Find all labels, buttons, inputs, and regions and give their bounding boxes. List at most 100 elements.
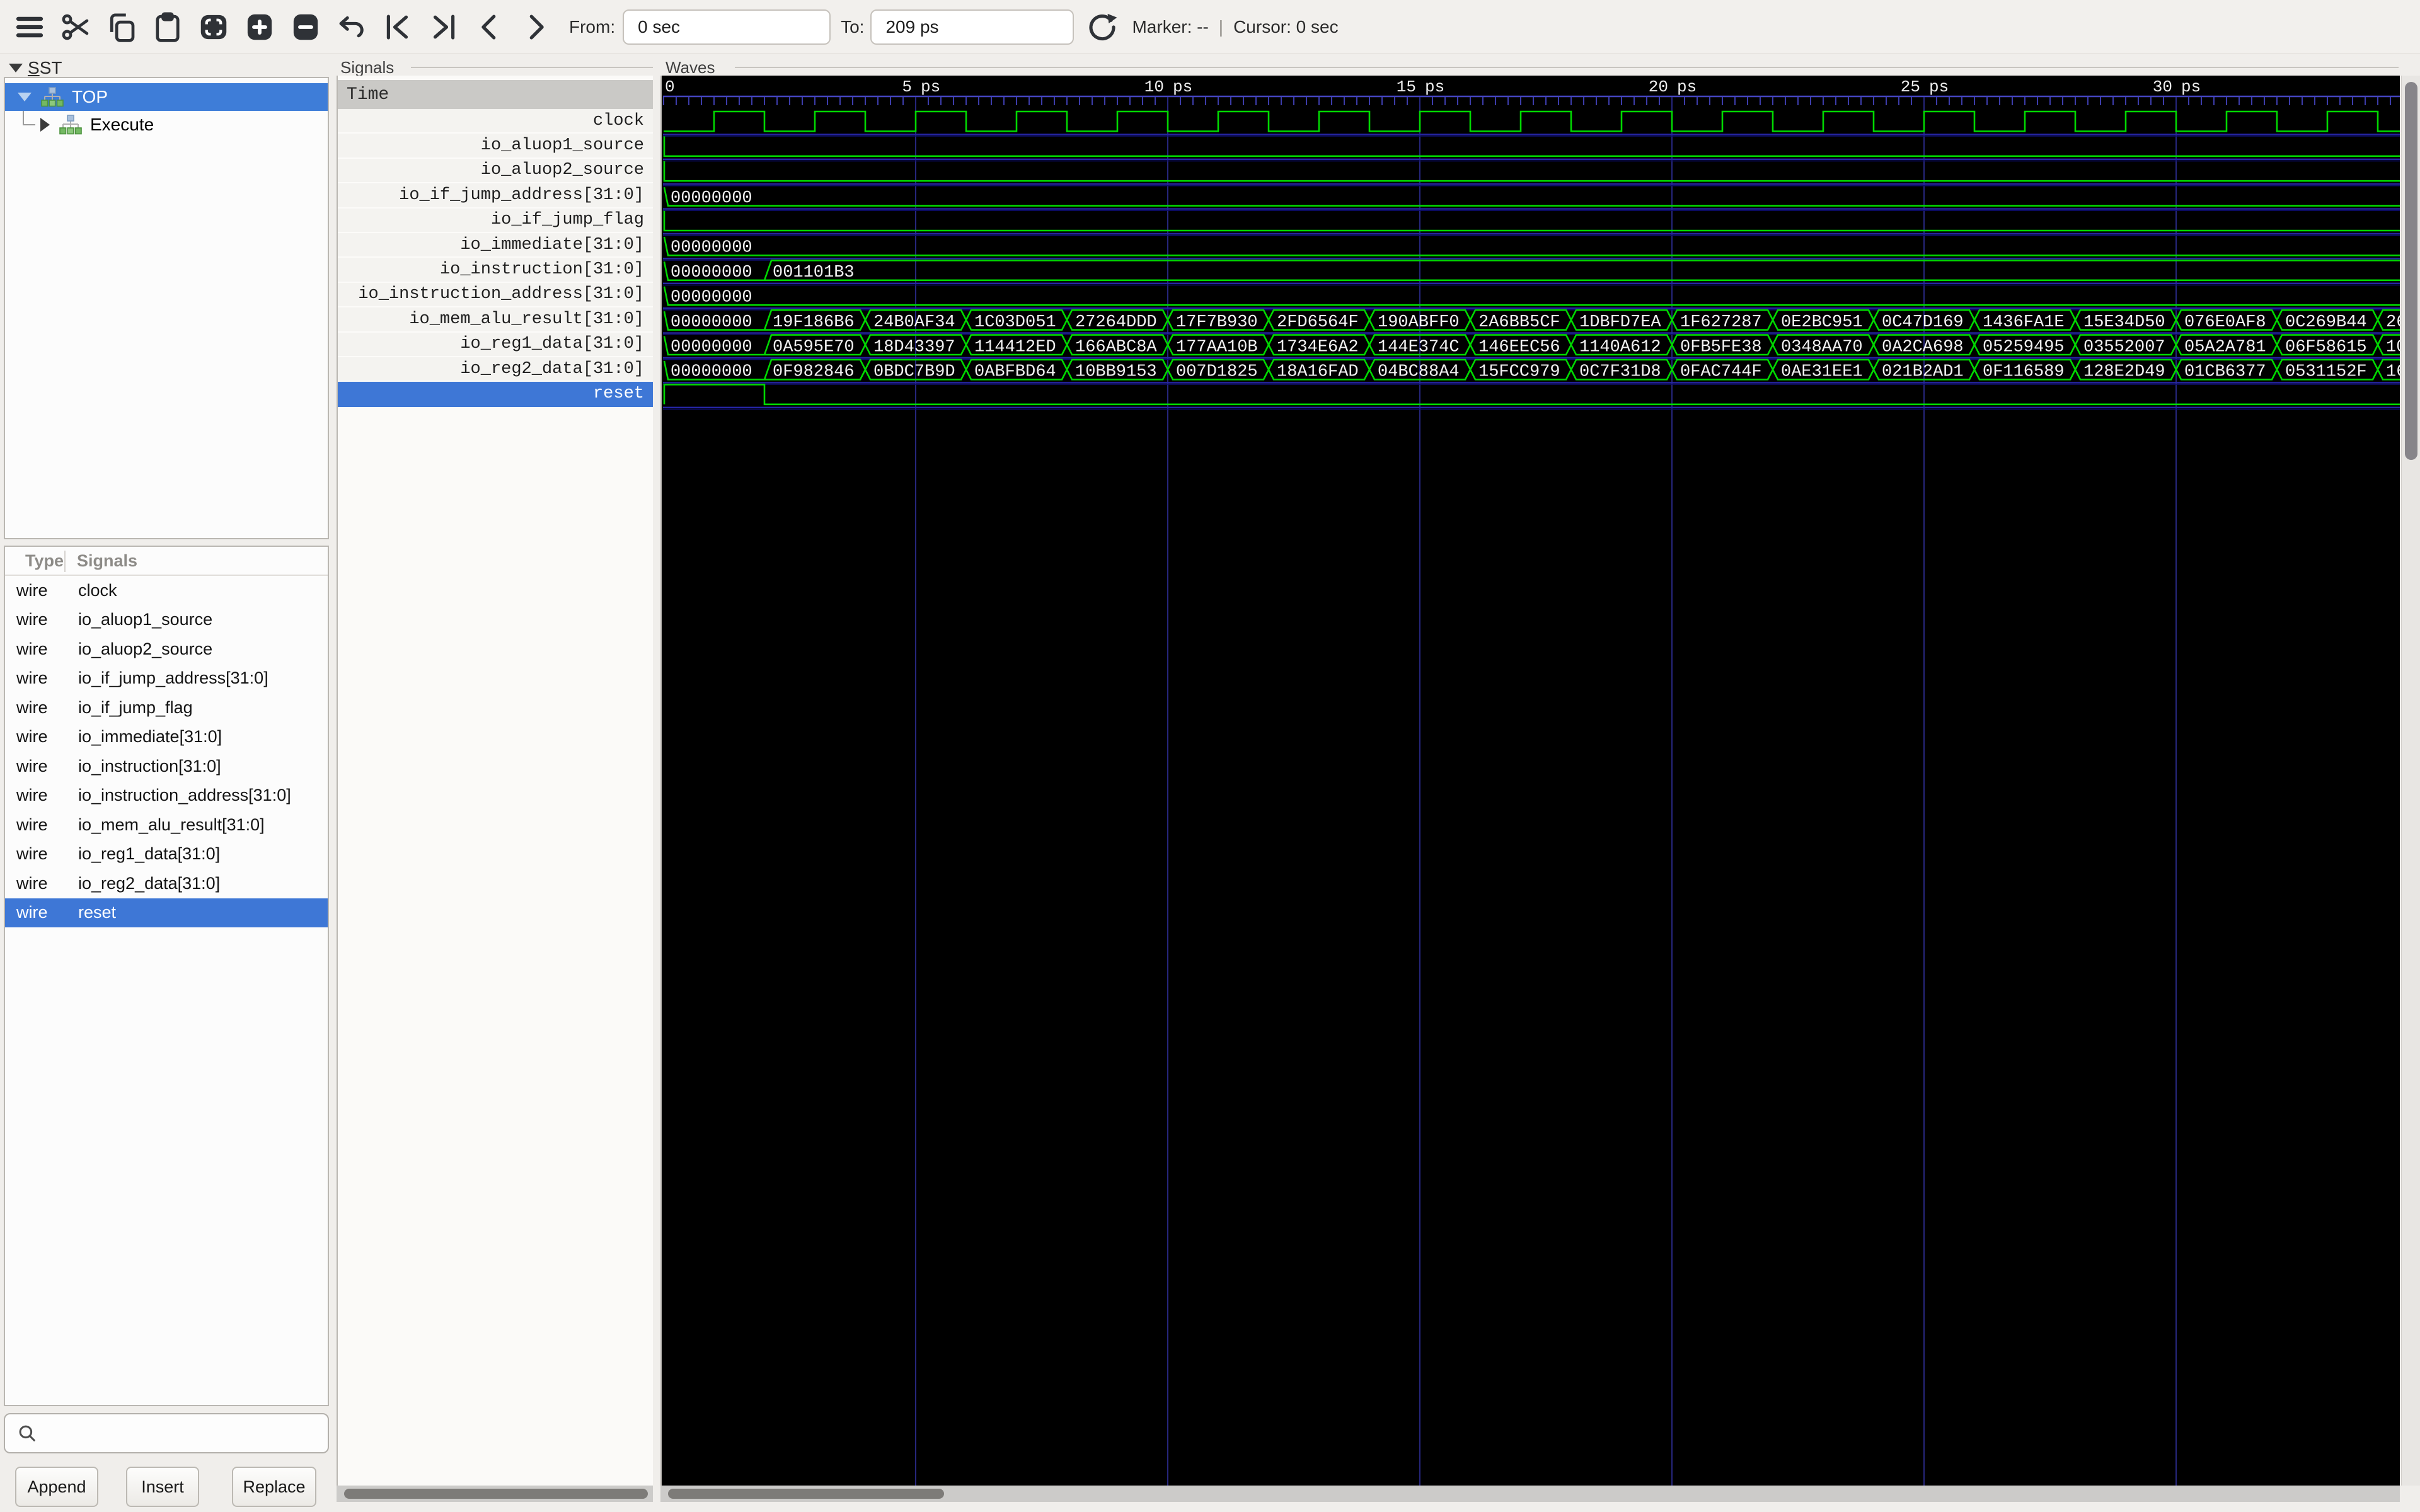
table-row-io_if_jump_flag[interactable]: wire io_if_jump_flag — [5, 693, 328, 723]
to-input[interactable] — [870, 9, 1074, 45]
replace-button[interactable]: Replace — [232, 1467, 316, 1507]
signal-row-clock[interactable]: clock — [338, 109, 653, 134]
wave-io_instruction_address[31:0][interactable]: 00000000 — [663, 287, 2400, 310]
tree-item-label: Execute — [90, 115, 154, 135]
bus-value: 15E34D50 — [2083, 313, 2165, 332]
signal-row-reset[interactable]: reset — [338, 382, 653, 406]
wave-io_mem_alu_result[31:0][interactable]: 0000000019F186B624B0AF341C03D05127264DDD… — [663, 310, 2400, 335]
bus-value: 00000000 — [671, 338, 752, 357]
toolbar-forward-button[interactable] — [519, 10, 553, 44]
bus-value: 18D43397 — [873, 338, 955, 357]
toolbar-undo-button[interactable] — [335, 10, 369, 44]
toolbar-go-first-button[interactable] — [381, 10, 415, 44]
search-icon — [16, 1423, 38, 1444]
undo-icon — [335, 10, 369, 44]
timeline-label: 15 — [1397, 77, 1416, 96]
go-last-icon — [427, 10, 461, 44]
wave-io_if_jump_flag[interactable] — [663, 211, 2400, 236]
bus-value: 146EEC56 — [1478, 338, 1560, 357]
expander-closed-icon[interactable] — [40, 118, 50, 132]
wave-io_aluop1_source[interactable] — [663, 136, 2400, 161]
insert-button[interactable]: Insert — [126, 1467, 199, 1507]
from-input[interactable] — [623, 9, 831, 45]
toolbar-go-last-button[interactable] — [427, 10, 461, 44]
wave-canvas[interactable]: 05ps10ps15ps20ps25ps30ps0000000000000000… — [660, 76, 2400, 1486]
waves-horizontal-scrollbar[interactable] — [660, 1486, 2400, 1502]
wave-io_if_jump_address[31:0][interactable]: 00000000 — [663, 187, 2400, 210]
table-row-io_aluop1_source[interactable]: wire io_aluop1_source — [5, 605, 328, 635]
signal-row-io_if_jump_address[31:0][interactable]: io_if_jump_address[31:0] — [338, 183, 653, 208]
toolbar-zoom-fit-button[interactable] — [197, 10, 231, 44]
expander-open-icon[interactable] — [18, 93, 32, 101]
sst-header[interactable]: SST — [9, 58, 62, 78]
bus-value: 00000000 — [671, 239, 752, 258]
signals-horizontal-scrollbar[interactable] — [337, 1486, 653, 1502]
wave-io_immediate[31:0][interactable]: 00000000 — [663, 237, 2400, 260]
table-row-io_instruction[31:0][interactable]: wire io_instruction[31:0] — [5, 752, 328, 781]
wave-io_reg1_data[31:0][interactable]: 000000000A595E7018D43397114412ED166ABC8A… — [663, 335, 2400, 360]
go-first-icon — [381, 10, 415, 44]
toolbar-zoom-out-button[interactable] — [289, 10, 323, 44]
bus-value: 0F982846 — [773, 363, 855, 382]
timeline-label: 20 — [1649, 77, 1668, 96]
signal-row-io_aluop1_source[interactable]: io_aluop1_source — [338, 134, 653, 158]
bus-value: 0AE31EE1 — [1781, 363, 1863, 382]
signal-row-io_aluop2_source[interactable]: io_aluop2_source — [338, 159, 653, 183]
toolbar-zoom-in-button[interactable] — [243, 10, 277, 44]
wave-reset[interactable] — [663, 384, 2400, 409]
signal-row-io_immediate[31:0][interactable]: io_immediate[31:0] — [338, 233, 653, 258]
waves-vscroll-thumb[interactable] — [2405, 82, 2417, 460]
bus-value: 144E374C — [1378, 338, 1460, 357]
cell-name: reset — [78, 903, 116, 922]
column-divider[interactable] — [64, 551, 66, 572]
signal-row-io_mem_alu_result[31:0][interactable]: io_mem_alu_result[31:0] — [338, 307, 653, 332]
bus-value: 19F186B6 — [773, 313, 855, 332]
cut-icon — [59, 10, 93, 44]
waveform-svg[interactable]: 05ps10ps15ps20ps25ps30ps0000000000000000… — [663, 76, 2400, 1486]
table-row-io_mem_alu_result[31:0][interactable]: wire io_mem_alu_result[31:0] — [5, 810, 328, 840]
signals-hscroll-thumb[interactable] — [344, 1489, 648, 1499]
time-header[interactable]: Time — [338, 80, 653, 109]
reload-button[interactable] — [1085, 10, 1119, 44]
tree-item-execute[interactable]: Execute — [5, 111, 328, 139]
table-row-io_reg1_data[31:0][interactable]: wire io_reg1_data[31:0] — [5, 840, 328, 869]
table-row-io_aluop2_source[interactable]: wire io_aluop2_source — [5, 634, 328, 664]
table-row-reset[interactable]: wire reset — [5, 898, 328, 928]
bus-value: 24B0AF34 — [873, 313, 955, 332]
wave-io_aluop2_source[interactable] — [663, 161, 2400, 186]
tree-item-top[interactable]: TOP — [5, 83, 328, 111]
wave-clock[interactable] — [663, 112, 2400, 136]
signal-row-io_reg2_data[31:0][interactable]: io_reg2_data[31:0] — [338, 357, 653, 382]
status-divider: | — [1219, 17, 1223, 37]
cell-name: io_reg2_data[31:0] — [78, 874, 220, 893]
paste-icon — [151, 10, 185, 44]
timeline-unit: ps — [1929, 77, 1949, 96]
table-row-io_immediate[31:0][interactable]: wire io_immediate[31:0] — [5, 723, 328, 752]
signal-row-io_if_jump_flag[interactable]: io_if_jump_flag — [338, 209, 653, 233]
table-header: Type Signals — [5, 547, 328, 576]
toolbar-back-button[interactable] — [473, 10, 507, 44]
search-input[interactable] — [38, 1414, 328, 1452]
table-row-io_instruction_address[31:0][interactable]: wire io_instruction_address[31:0] — [5, 781, 328, 811]
signal-row-io_instruction[31:0][interactable]: io_instruction[31:0] — [338, 258, 653, 282]
toolbar-copy-button[interactable] — [105, 10, 139, 44]
bus-value: 26C — [2386, 313, 2400, 332]
waves-hscroll-thumb[interactable] — [668, 1489, 944, 1499]
module-icon — [40, 87, 64, 108]
cell-type: wire — [16, 581, 64, 600]
signal-row-io_instruction_address[31:0][interactable]: io_instruction_address[31:0] — [338, 283, 653, 307]
append-button[interactable]: Append — [15, 1467, 98, 1507]
signal-row-io_reg1_data[31:0][interactable]: io_reg1_data[31:0] — [338, 333, 653, 357]
timeline-unit: ps — [1425, 77, 1444, 96]
table-row-clock[interactable]: wire clock — [5, 576, 328, 605]
wave-io_instruction[31:0][interactable]: 00000000001101B3 — [663, 260, 2400, 285]
wave-io_reg2_data[31:0][interactable]: 000000000F9828460BDC7B9D0ABFBD6410BB9153… — [663, 360, 2400, 384]
toolbar-cut-button[interactable] — [59, 10, 93, 44]
tree-connector — [23, 111, 35, 125]
collapse-arrow-icon[interactable] — [9, 64, 23, 72]
toolbar-menu-button[interactable] — [13, 10, 47, 44]
waves-vertical-scrollbar[interactable] — [2401, 76, 2420, 1486]
table-row-io_reg2_data[31:0][interactable]: wire io_reg2_data[31:0] — [5, 869, 328, 898]
toolbar-paste-button[interactable] — [151, 10, 185, 44]
table-row-io_if_jump_address[31:0][interactable]: wire io_if_jump_address[31:0] — [5, 664, 328, 694]
